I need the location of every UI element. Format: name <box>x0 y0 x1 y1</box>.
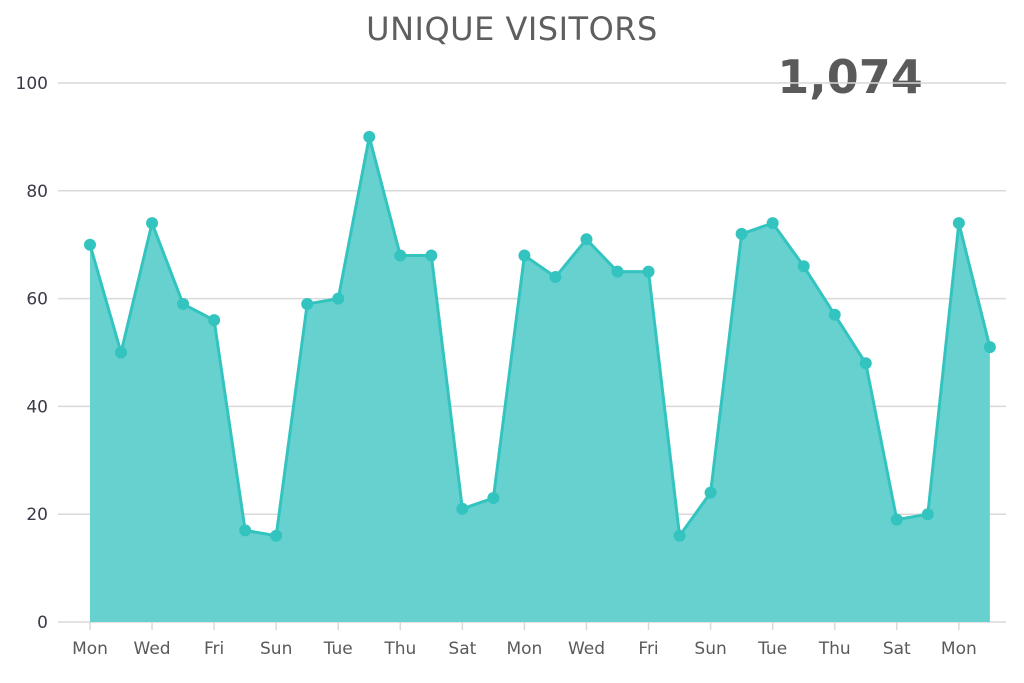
data-point[interactable] <box>115 346 128 359</box>
data-point[interactable] <box>611 265 624 278</box>
x-tick-label: Wed <box>134 639 171 659</box>
data-point[interactable] <box>704 486 717 499</box>
data-point[interactable] <box>673 529 686 542</box>
y-tick-label: 60 <box>26 290 48 310</box>
x-tick-label: Sun <box>260 639 292 659</box>
x-tick-label: Mon <box>506 639 542 659</box>
data-point[interactable] <box>301 297 314 310</box>
data-point[interactable] <box>456 502 469 515</box>
x-tick-label: Tue <box>757 639 787 659</box>
data-point[interactable] <box>363 130 376 143</box>
data-point[interactable] <box>735 227 748 240</box>
y-tick-label: 80 <box>26 182 48 202</box>
data-point[interactable] <box>332 292 345 305</box>
x-axis: Mon Wed Fri Sun Tue Thu Sat Mon Wed Fri Sun Tue Thu S… <box>72 622 977 659</box>
data-point[interactable] <box>642 265 655 278</box>
data-point[interactable] <box>983 341 996 354</box>
x-tick-label: Thu <box>818 639 851 659</box>
x-tick-label: Sun <box>694 639 726 659</box>
y-tick-label: 100 <box>16 74 48 94</box>
x-tick-label: Sat <box>883 639 911 659</box>
x-tick-label: Wed <box>568 639 605 659</box>
x-tick-label: Thu <box>383 639 416 659</box>
data-point[interactable] <box>425 249 438 262</box>
data-point[interactable] <box>177 297 190 310</box>
data-point[interactable] <box>797 260 810 273</box>
data-point[interactable] <box>828 308 841 321</box>
data-point[interactable] <box>270 529 283 542</box>
data-point[interactable] <box>84 238 96 251</box>
data-point[interactable] <box>766 217 779 230</box>
x-tick-label: Mon <box>72 639 108 659</box>
data-point[interactable] <box>890 513 903 526</box>
x-tick-label: Fri <box>638 639 658 659</box>
data-point[interactable] <box>580 233 593 246</box>
area-chart: 0 20 40 60 80 100 Mon Wed Fri Sun Tue Thu Sat Mon Wed… <box>16 74 1006 659</box>
x-tick-label: Mon <box>941 639 977 659</box>
y-tick-label: 20 <box>26 505 48 525</box>
y-tick-label: 40 <box>26 397 48 417</box>
x-tick-label: Fri <box>204 639 224 659</box>
data-point[interactable] <box>921 508 934 521</box>
data-point[interactable] <box>952 217 965 230</box>
y-tick-label: 0 <box>37 613 48 633</box>
data-point[interactable] <box>518 249 531 262</box>
series-area <box>90 136 990 622</box>
y-axis: 0 20 40 60 80 100 <box>16 74 48 633</box>
data-point[interactable] <box>549 271 562 284</box>
x-tick-label: Sat <box>448 639 476 659</box>
data-point[interactable] <box>487 492 500 505</box>
x-tick-label: Tue <box>323 639 353 659</box>
data-point[interactable] <box>146 217 159 230</box>
data-point[interactable] <box>208 314 221 327</box>
data-point[interactable] <box>859 357 872 370</box>
data-point[interactable] <box>239 524 252 537</box>
data-point[interactable] <box>394 249 407 262</box>
